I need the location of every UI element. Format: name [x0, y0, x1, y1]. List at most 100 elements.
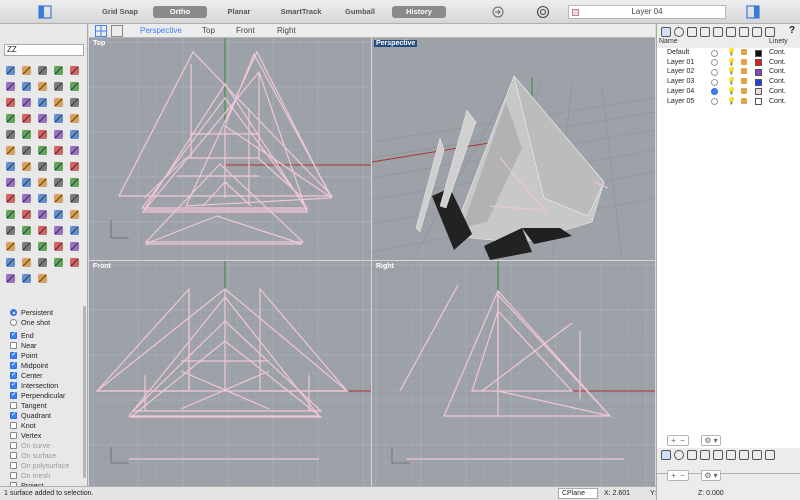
- revolve-tool-icon[interactable]: [68, 112, 81, 125]
- history-lower-icon[interactable]: [739, 450, 749, 460]
- torus-tool-icon[interactable]: [68, 96, 81, 109]
- layer-row[interactable]: Layer 03 💡 Cont.: [657, 77, 800, 87]
- osnap-tangent-checkbox[interactable]: [10, 402, 17, 409]
- visibility-bulb-icon[interactable]: 💡: [727, 58, 736, 68]
- add-remove-layer-button[interactable]: + −: [667, 435, 689, 446]
- viewports-lower-icon[interactable]: [765, 450, 775, 460]
- rotate-tool-icon[interactable]: [36, 160, 49, 173]
- materials-icon[interactable]: [674, 27, 684, 37]
- lights-lower-icon[interactable]: [687, 450, 697, 460]
- viewports-icon[interactable]: [765, 27, 775, 37]
- hatch-tool-icon[interactable]: [4, 224, 17, 237]
- layer-linetype[interactable]: Cont.: [769, 67, 786, 77]
- history-button[interactable]: History: [392, 6, 446, 18]
- sphere-tool-icon[interactable]: [20, 96, 33, 109]
- layer-tool-icon[interactable]: [36, 192, 49, 205]
- lock-icon[interactable]: [741, 78, 747, 85]
- object-properties-icon[interactable]: [713, 27, 723, 37]
- layer-row[interactable]: Layer 02 💡 Cont.: [657, 67, 800, 77]
- four-viewport-layout-icon[interactable]: [95, 25, 107, 37]
- smarttrack-button[interactable]: SmartTrack: [274, 6, 328, 18]
- osnap-on-curve-checkbox[interactable]: [10, 442, 17, 449]
- render-tool-icon[interactable]: [68, 192, 81, 205]
- current-layer-radio[interactable]: [711, 49, 718, 57]
- arc-tool-icon[interactable]: [20, 80, 33, 93]
- hide-tool-icon[interactable]: [52, 176, 65, 189]
- layer-linetype[interactable]: Cont.: [769, 87, 786, 97]
- layer-row[interactable]: Layer 04 💡 Cont.: [657, 87, 800, 97]
- tab-top[interactable]: Top: [202, 26, 215, 35]
- lock-tool-icon[interactable]: [4, 192, 17, 205]
- layer-row[interactable]: Layer 01 💡 Cont.: [657, 58, 800, 68]
- history-icon[interactable]: [739, 27, 749, 37]
- properties-tool-icon[interactable]: [52, 192, 65, 205]
- left-panel-toggle-icon[interactable]: [38, 5, 52, 19]
- point-tool-icon[interactable]: [4, 256, 17, 269]
- osnap-center-checkbox[interactable]: [10, 370, 17, 380]
- move-tool-icon[interactable]: [4, 160, 17, 173]
- viewport-title-front[interactable]: Front: [91, 263, 113, 270]
- record-history-icon[interactable]: [491, 5, 505, 19]
- curve-tool-icon[interactable]: [36, 256, 49, 269]
- current-layer-radio[interactable]: [711, 78, 718, 86]
- osnap-on-polysurface-checkbox[interactable]: [10, 462, 17, 469]
- tab-right[interactable]: Right: [277, 26, 296, 35]
- named-view-tool-icon[interactable]: [4, 240, 17, 253]
- cplane-selector[interactable]: CPlane: [558, 488, 598, 499]
- osnap-knot-checkbox[interactable]: [10, 422, 17, 429]
- osnap-mode-persistent-checkbox[interactable]: [10, 309, 17, 316]
- visibility-bulb-icon[interactable]: 💡: [727, 48, 736, 58]
- tab-front[interactable]: Front: [236, 26, 255, 35]
- group-tool-icon[interactable]: [20, 176, 33, 189]
- visibility-bulb-icon[interactable]: 💡: [727, 77, 736, 87]
- current-layer-radio[interactable]: [711, 59, 718, 67]
- sphere-shaded-tool-icon[interactable]: [20, 240, 33, 253]
- cone-tool-icon[interactable]: [52, 96, 65, 109]
- osnap-intersection-checkbox[interactable]: [10, 380, 17, 390]
- osnap-point-checkbox[interactable]: [10, 350, 17, 360]
- pipe-tool-icon[interactable]: [4, 112, 17, 125]
- osnap-mode-oneshot-checkbox[interactable]: [10, 319, 17, 326]
- viewport-top[interactable]: Top: [89, 38, 371, 260]
- ungroup-tool-icon[interactable]: [36, 176, 49, 189]
- tab-perspective[interactable]: Perspective: [140, 26, 182, 35]
- lock-icon[interactable]: [741, 49, 747, 55]
- camera-lower-icon[interactable]: [700, 450, 710, 460]
- unlock-tool-icon[interactable]: [20, 192, 33, 205]
- scale-tool-icon[interactable]: [52, 160, 65, 173]
- ellipse-tool-icon[interactable]: [36, 80, 49, 93]
- pan-tool-icon[interactable]: [68, 224, 81, 237]
- layer-linetype[interactable]: Cont.: [769, 48, 786, 58]
- visibility-bulb-icon[interactable]: 💡: [727, 97, 736, 107]
- add-remove-button-lower[interactable]: + −: [667, 470, 689, 481]
- polyline-tool-icon[interactable]: [20, 256, 33, 269]
- layer-options-button[interactable]: ⚙ ▾: [701, 435, 721, 446]
- patch-tool-icon[interactable]: [4, 128, 17, 141]
- polygon-tool-icon[interactable]: [52, 80, 65, 93]
- camera-icon[interactable]: [700, 27, 710, 37]
- cylinder-tool-icon[interactable]: [36, 96, 49, 109]
- grid-tool-icon[interactable]: [36, 240, 49, 253]
- layer-linetype[interactable]: Cont.: [769, 97, 786, 107]
- trim-tool-icon[interactable]: [20, 144, 33, 157]
- planar-button[interactable]: Planar: [216, 6, 262, 18]
- object-properties-lower-icon[interactable]: [713, 450, 723, 460]
- camera-tool-icon[interactable]: [36, 208, 49, 221]
- viewport-perspective[interactable]: Perspective: [372, 38, 655, 260]
- current-layer-radio[interactable]: [711, 98, 718, 105]
- layer-row[interactable]: Default 💡 Cont.: [657, 48, 800, 58]
- viewport-title-right[interactable]: Right: [374, 263, 396, 270]
- material-tool-icon[interactable]: [4, 208, 17, 221]
- lock-icon[interactable]: [741, 68, 747, 75]
- box-tool-icon[interactable]: [4, 96, 17, 109]
- curve-tool-icon[interactable]: [52, 64, 65, 77]
- options-button-lower[interactable]: ⚙ ▾: [701, 470, 721, 481]
- snap-tool-icon[interactable]: [52, 240, 65, 253]
- rectangle-tool-icon[interactable]: [68, 80, 81, 93]
- grid-snap-button[interactable]: Grid Snap: [96, 6, 144, 18]
- explode-tool-icon[interactable]: [68, 144, 81, 157]
- osnap-perpendicular-checkbox[interactable]: [10, 390, 17, 400]
- mirror-tool-icon[interactable]: [68, 160, 81, 173]
- analyze-tool-icon[interactable]: [36, 224, 49, 237]
- help-icon[interactable]: ?: [789, 25, 795, 36]
